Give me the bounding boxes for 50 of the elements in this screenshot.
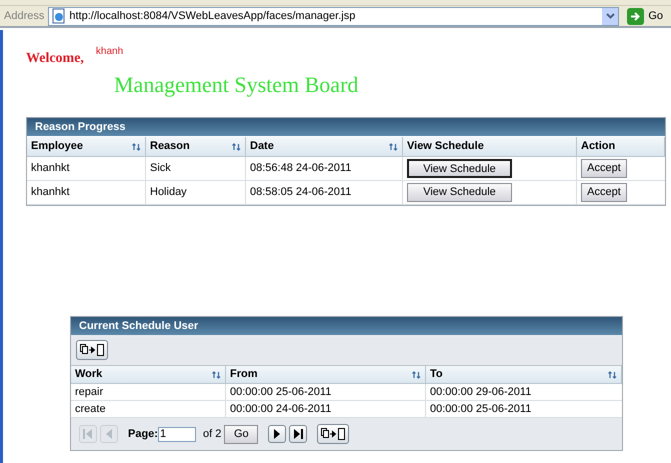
last-page-button[interactable] bbox=[289, 425, 308, 443]
accept-button[interactable]: Accept bbox=[581, 159, 627, 178]
column-header[interactable]: To bbox=[426, 366, 622, 383]
table-cell-text: 00:00:00 29-06-2011 bbox=[429, 384, 532, 400]
accept-button[interactable]: Accept bbox=[581, 183, 627, 202]
page-label: Page: bbox=[128, 426, 158, 442]
export-icon bbox=[79, 343, 105, 357]
page-field[interactable]: 1 bbox=[158, 426, 196, 442]
table-cell: khanhkt bbox=[27, 157, 146, 180]
panel-header: Reason Progress bbox=[27, 118, 665, 136]
table-cell: 08:58:05 24-06-2011 bbox=[246, 181, 403, 204]
sort-icon[interactable] bbox=[412, 370, 421, 378]
table-cell: Holiday bbox=[146, 181, 246, 204]
panel-header: Current Schedule User bbox=[71, 317, 622, 335]
column-header[interactable]: Work bbox=[71, 366, 226, 383]
export-button[interactable] bbox=[317, 424, 350, 444]
export-button[interactable] bbox=[76, 340, 108, 360]
column-header[interactable]: Employee bbox=[27, 137, 146, 156]
sort-icon[interactable] bbox=[608, 370, 617, 378]
column-header[interactable]: Date bbox=[246, 137, 403, 156]
view-schedule-button[interactable]: View Schedule bbox=[407, 183, 512, 202]
page-icon bbox=[51, 8, 68, 24]
table-cell: create bbox=[71, 401, 226, 417]
sort-icon[interactable] bbox=[389, 142, 398, 150]
sort-icon[interactable] bbox=[132, 142, 141, 150]
column-header: View Schedule bbox=[403, 137, 577, 156]
go-page-button[interactable]: Go bbox=[224, 424, 258, 444]
column-header[interactable]: Reason bbox=[146, 137, 246, 156]
export-icon bbox=[320, 427, 346, 441]
address-label: Address bbox=[4, 8, 44, 24]
view-schedule-button[interactable]: View Schedule bbox=[407, 159, 512, 178]
table-cell: 08:56:48 24-06-2011 bbox=[246, 157, 403, 180]
username: khanh bbox=[96, 45, 124, 59]
table-cell: Sick bbox=[146, 157, 246, 180]
welcome-label: Welcome, bbox=[26, 50, 84, 68]
table-cell: 00:00:00 25-06-2011 bbox=[226, 384, 426, 400]
address-field[interactable]: http://localhost:8084/VSWebLeavesApp/faces/manager.jsp bbox=[48, 6, 620, 26]
next-page-button[interactable] bbox=[268, 425, 286, 443]
table-cell: 00:00:00 24-06-2011 bbox=[226, 401, 426, 417]
table-cell: khanhkt bbox=[27, 181, 146, 204]
page-title: Management System Board bbox=[114, 71, 360, 99]
url-text: http://localhost:8084/VSWebLeavesApp/faces/manager.jsp bbox=[69, 8, 356, 24]
go-button[interactable]: Go bbox=[623, 8, 667, 24]
column-header[interactable]: From bbox=[226, 366, 426, 383]
sort-icon[interactable] bbox=[212, 370, 221, 378]
table-cell-text: 00:00:00 25-06-2011 bbox=[429, 402, 532, 417]
table-cell: repair bbox=[71, 384, 226, 400]
sort-icon[interactable] bbox=[232, 142, 241, 150]
column-header: Action bbox=[577, 137, 665, 156]
page-count: of 2 bbox=[202, 426, 222, 442]
